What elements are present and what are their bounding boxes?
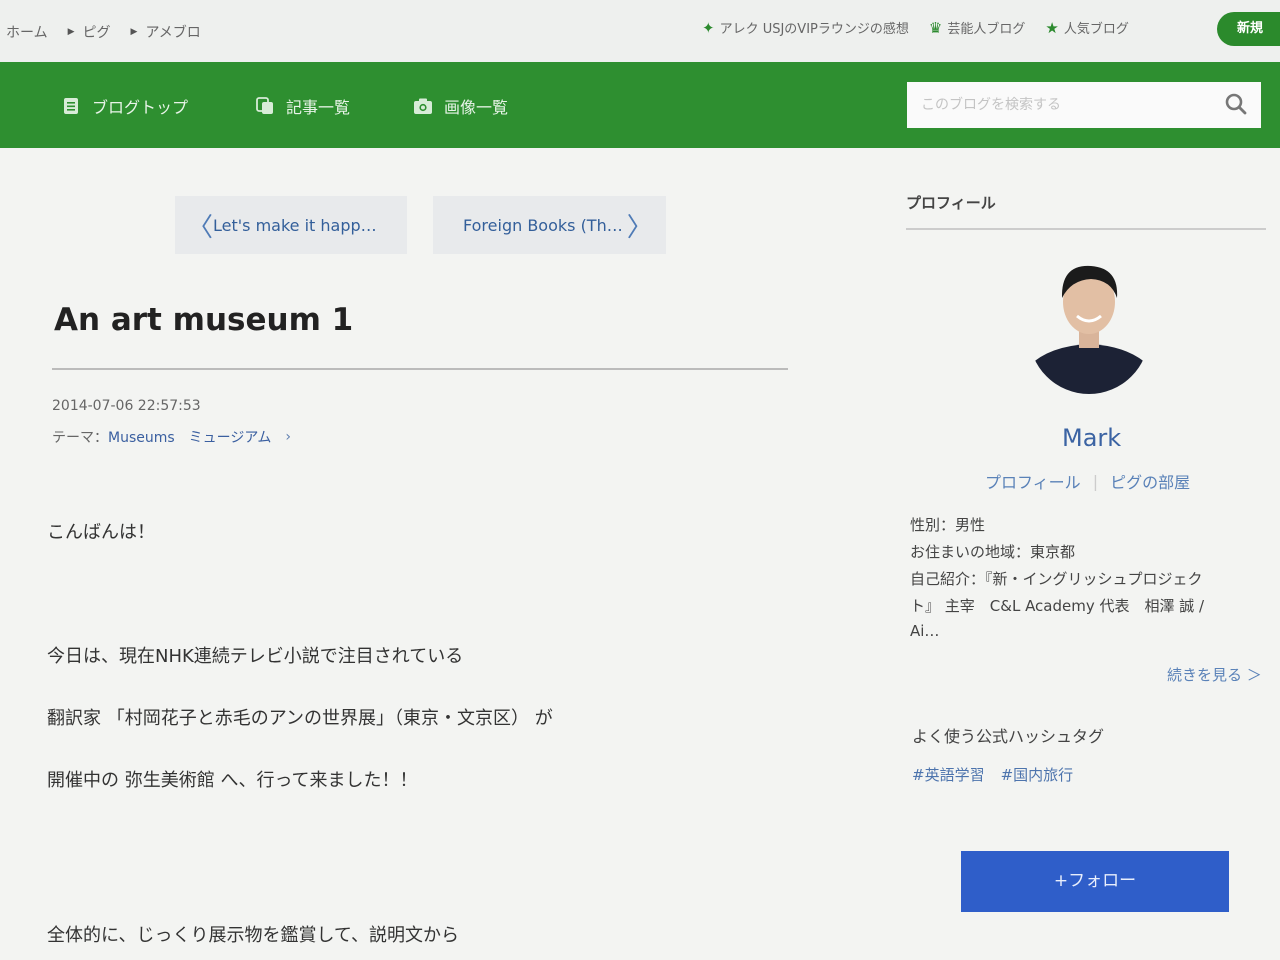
nav-blog-top[interactable]: ブログトップ: [62, 94, 188, 118]
sparkle-icon: ✦: [702, 18, 715, 37]
header-link-usj[interactable]: ✦ アレク USJのVIPラウンジの感想: [702, 18, 909, 38]
profile-divider: [906, 228, 1266, 230]
header-link-celebrity-blog[interactable]: ♛ 芸能人ブログ: [928, 18, 1026, 38]
article-theme: テーマ： Museums ミュージアム ›: [52, 427, 291, 447]
profile-links: プロフィール | ピグの部屋: [985, 469, 1190, 493]
nav-label: 画像一覧: [444, 98, 509, 117]
pigg-room-link[interactable]: ピグの部屋: [1110, 469, 1190, 493]
article-paragraph: こんばんは！: [47, 522, 155, 543]
star-icon: ★: [1045, 18, 1059, 37]
theme-link[interactable]: Museums ミュージアム: [108, 427, 271, 447]
profile-gender: 性別：男性: [910, 516, 986, 534]
caret-right-icon: ▶: [67, 27, 75, 37]
header-link-label: 人気ブログ: [1063, 22, 1129, 37]
profile-heading: プロフィール: [906, 194, 996, 212]
profile-intro-line: ト』 主宰 C&L Academy 代表 相澤 誠 /: [910, 597, 1205, 615]
profile-photo: [1029, 254, 1149, 394]
title-divider: [52, 368, 788, 370]
breadcrumb-label: ホーム: [6, 25, 48, 41]
breadcrumb: ホーム ▶ ピグ ▶ アメブロ: [6, 22, 221, 42]
hashtag-list: #英語学習 #国内旅行: [912, 764, 1089, 785]
nav-article-list[interactable]: 記事一覧: [256, 94, 350, 118]
search-icon[interactable]: [1224, 92, 1248, 116]
document-icon: [64, 98, 78, 114]
nav-label: 記事一覧: [286, 98, 351, 117]
chevron-right-icon: 〉: [626, 212, 653, 243]
header-link-label: アレク USJのVIPラウンジの感想: [719, 22, 909, 37]
profile-intro-line: 自己紹介：『新・イングリッシュプロジェク: [910, 570, 1203, 588]
prev-article-label: Let's make it happ…: [213, 215, 377, 235]
profile-location: お住まいの地域：東京都: [910, 543, 1076, 561]
hashtag-link[interactable]: #国内旅行: [1001, 764, 1074, 785]
copy-icon: [256, 97, 273, 114]
profile-link[interactable]: プロフィール: [985, 469, 1081, 493]
read-more-link[interactable]: 続きを見る ＞: [1167, 664, 1262, 685]
blog-search-input[interactable]: [907, 82, 1261, 128]
prev-article-button[interactable]: 〈 Let's make it happ…: [175, 196, 407, 254]
chevron-right-icon: ›: [285, 429, 292, 445]
article-paragraph: 翻訳家 「村岡花子と赤毛のアンの世界展」（東京・文京区） が: [47, 708, 553, 729]
breadcrumb-pigg[interactable]: ▶ ピグ: [68, 22, 111, 42]
header-link-label: 芸能人ブログ: [947, 22, 1026, 37]
new-post-button[interactable]: 新規: [1217, 12, 1280, 46]
hashtag-heading: よく使う公式ハッシュタグ: [912, 727, 1105, 746]
article-paragraph: 今日は、現在NHK連続テレビ小説で注目されている: [47, 646, 464, 667]
breadcrumb-label: アメブロ: [145, 25, 201, 41]
header-link-popular-blog[interactable]: ★ 人気ブログ: [1045, 18, 1129, 38]
profile-intro-line: Ai…: [910, 622, 940, 640]
breadcrumb-home[interactable]: ホーム: [6, 22, 48, 42]
caret-right-icon: ▶: [130, 27, 138, 37]
avatar[interactable]: [1029, 254, 1149, 394]
link-separator: |: [1092, 471, 1099, 491]
crown-icon: ♛: [928, 18, 943, 37]
breadcrumb-label: ピグ: [82, 25, 111, 41]
article-title: An art museum 1: [54, 302, 354, 338]
header-links: ✦ アレク USJのVIPラウンジの感想 ♛ 芸能人ブログ ★ 人気ブログ: [702, 18, 1149, 38]
article-date: 2014-07-06 22:57:53: [52, 398, 201, 414]
chevron-left-icon: 〈: [187, 212, 214, 243]
next-article-label: Foreign Books (Th…: [463, 215, 623, 235]
hashtag-link[interactable]: #英語学習: [912, 764, 985, 785]
article-paragraph: 全体的に、じっくり展示物を鑑賞して、説明文から: [47, 925, 460, 946]
breadcrumb-ameblo[interactable]: ▶ アメブロ: [131, 22, 201, 42]
article-paragraph: 開催中の 弥生美術館 へ、行って来ました！！: [47, 770, 418, 791]
top-bar: ホーム ▶ ピグ ▶ アメブロ ✦ アレク USJのVIPラウンジの感想 ♛ 芸能人ブロ…: [0, 0, 1280, 62]
theme-prefix: テーマ：: [52, 430, 108, 446]
next-article-button[interactable]: Foreign Books (Th… 〉: [433, 196, 666, 254]
nav-label: ブログトップ: [92, 98, 189, 117]
profile-username[interactable]: Mark: [1062, 424, 1121, 452]
camera-icon: [414, 98, 432, 114]
nav-image-list[interactable]: 画像一覧: [414, 94, 508, 118]
follow-button[interactable]: +フォロー: [961, 851, 1229, 912]
blog-nav-bar: ブログトップ 記事一覧 画像一覧: [0, 62, 1280, 148]
